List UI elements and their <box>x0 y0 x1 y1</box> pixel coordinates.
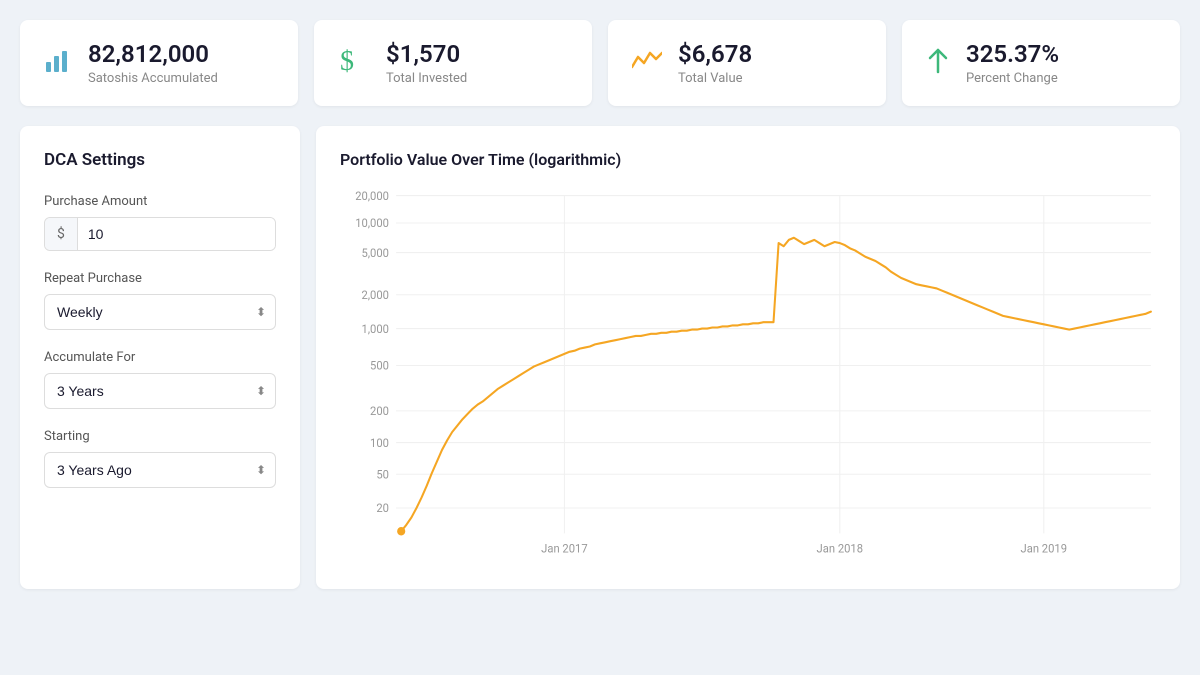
svg-text:100: 100 <box>370 435 389 449</box>
stat-value-value: $6,678 <box>678 40 752 69</box>
dollar-icon: $ <box>338 44 370 81</box>
svg-text:5,000: 5,000 <box>362 245 389 259</box>
purchase-amount-label: Purchase Amount <box>44 194 276 209</box>
svg-text:1,000: 1,000 <box>362 321 389 335</box>
svg-text:$: $ <box>340 46 354 76</box>
stat-info-value: $6,678 Total Value <box>678 40 752 86</box>
svg-text:500: 500 <box>370 358 389 372</box>
stat-label-satoshis: Satoshis Accumulated <box>88 71 218 86</box>
purchase-amount-input[interactable] <box>78 218 276 250</box>
starting-group: Starting 3 Years Ago 1 Year Ago 2 Years … <box>44 429 276 488</box>
svg-text:2,000: 2,000 <box>362 288 389 302</box>
accumulate-for-select-wrapper: 3 Years 1 Year 2 Years 5 Years 10 Years … <box>44 373 276 409</box>
accumulate-for-label: Accumulate For <box>44 350 276 365</box>
starting-select[interactable]: 3 Years Ago 1 Year Ago 2 Years Ago 5 Yea… <box>44 452 276 488</box>
arrow-icon <box>926 46 950 79</box>
accumulate-for-select[interactable]: 3 Years 1 Year 2 Years 5 Years 10 Years <box>44 373 276 409</box>
bars-icon <box>44 46 72 79</box>
wave-icon <box>632 49 662 76</box>
stat-value-change: 325.37% <box>966 40 1059 69</box>
svg-text:50: 50 <box>376 467 389 481</box>
svg-text:Jan 2017: Jan 2017 <box>541 541 587 555</box>
chart-title: Portfolio Value Over Time (logarithmic) <box>340 150 1156 169</box>
repeat-purchase-select[interactable]: Weekly Daily Monthly <box>44 294 276 330</box>
stat-label-change: Percent Change <box>966 71 1059 86</box>
svg-text:Jan 2018: Jan 2018 <box>817 541 863 555</box>
stat-info-invested: $1,570 Total Invested <box>386 40 467 86</box>
stat-card-value: $6,678 Total Value <box>608 20 886 106</box>
repeat-purchase-label: Repeat Purchase <box>44 271 276 286</box>
repeat-purchase-group: Repeat Purchase Weekly Daily Monthly ⬍ <box>44 271 276 330</box>
svg-text:Jan 2019: Jan 2019 <box>1021 541 1067 555</box>
svg-text:200: 200 <box>370 404 389 418</box>
settings-panel: DCA Settings Purchase Amount $ .00 Repea… <box>20 126 300 589</box>
currency-prefix: $ <box>45 218 78 250</box>
settings-title: DCA Settings <box>44 150 276 170</box>
stat-info-change: 325.37% Percent Change <box>966 40 1059 86</box>
svg-text:20: 20 <box>376 501 389 515</box>
stat-value-satoshis: 82,812,000 <box>88 40 218 69</box>
stat-label-invested: Total Invested <box>386 71 467 86</box>
portfolio-chart: 20,000 10,000 5,000 2,000 1,000 500 200 … <box>340 185 1156 565</box>
stat-info-satoshis: 82,812,000 Satoshis Accumulated <box>88 40 218 86</box>
stat-label-value: Total Value <box>678 71 752 86</box>
starting-select-wrapper: 3 Years Ago 1 Year Ago 2 Years Ago 5 Yea… <box>44 452 276 488</box>
main-content: DCA Settings Purchase Amount $ .00 Repea… <box>20 126 1180 589</box>
purchase-amount-input-wrapper: $ .00 <box>44 217 276 251</box>
starting-label: Starting <box>44 429 276 444</box>
accumulate-for-group: Accumulate For 3 Years 1 Year 2 Years 5 … <box>44 350 276 409</box>
svg-text:20,000: 20,000 <box>355 188 389 202</box>
repeat-purchase-select-wrapper: Weekly Daily Monthly ⬍ <box>44 294 276 330</box>
stat-card-change: 325.37% Percent Change <box>902 20 1180 106</box>
chart-container: 20,000 10,000 5,000 2,000 1,000 500 200 … <box>340 185 1156 565</box>
stat-value-invested: $1,570 <box>386 40 467 69</box>
stat-card-satoshis: 82,812,000 Satoshis Accumulated <box>20 20 298 106</box>
stats-row: 82,812,000 Satoshis Accumulated $ $1,570… <box>20 20 1180 106</box>
svg-text:10,000: 10,000 <box>355 216 389 230</box>
purchase-amount-group: Purchase Amount $ .00 <box>44 194 276 251</box>
chart-panel: Portfolio Value Over Time (logarithmic) … <box>316 126 1180 589</box>
stat-card-invested: $ $1,570 Total Invested <box>314 20 592 106</box>
